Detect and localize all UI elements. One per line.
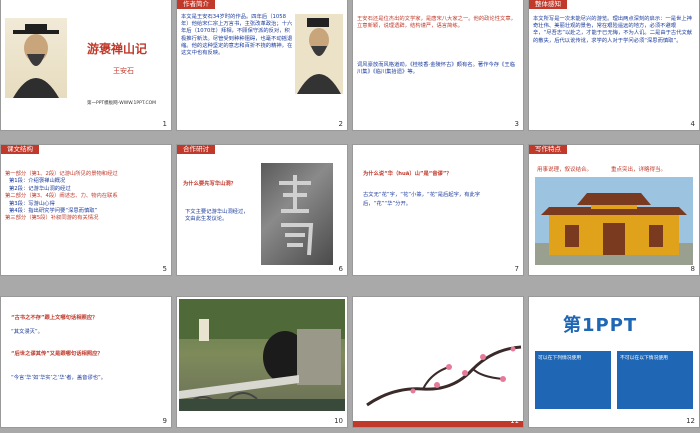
answer-text: “其文漫灭”。 — [11, 329, 43, 335]
stone-inscription-image — [261, 163, 333, 265]
question-text: 为什么要先写华山洞？ — [183, 181, 236, 187]
structure-item: 第三部分（第5段）补叙同游的有关情况 — [5, 215, 99, 222]
slide-header: 写作特点 — [529, 145, 567, 154]
slide-header: 课文结构 — [1, 145, 39, 154]
slide-number: 12 — [686, 417, 695, 425]
slide-number: 8 — [690, 265, 695, 273]
slide-number: 2 — [338, 120, 343, 128]
scholar-portrait-icon — [297, 18, 341, 94]
cave-photo — [179, 299, 345, 411]
slide-number: 3 — [514, 120, 519, 128]
ad-panel-title: 不可以在以下情况使用 — [620, 356, 668, 361]
feature-tag: 重点突出，详略得当。 — [611, 167, 667, 173]
slide-9-thumbnail[interactable]: “古书之不存”跟上文哪句话相照应？ “其文漫灭”。 “后世之谬其传”又是跟哪句话… — [1, 297, 171, 427]
slide-number: 11 — [510, 417, 519, 425]
question-text: 为什么说“华（huā）山”是“音谬”？ — [363, 171, 452, 177]
structure-list: 第一部分（第1、2段）记游山所见的景物和经过 第1段：介绍褒禅山概况 第2段：记… — [5, 171, 167, 223]
slide-bottom-bar — [353, 421, 523, 427]
slide-number: 4 — [690, 120, 695, 128]
slide-number: 10 — [334, 417, 343, 425]
temple-image — [535, 177, 693, 265]
slide-12-thumbnail[interactable]: 第1PPT 可以在下列情况使用 不可以在以下情况使用 12 — [529, 297, 699, 427]
slide-number: 7 — [514, 265, 519, 273]
author-bio-text: 本文是王安石34岁时的作品。四年后（1058年）他给宋仁宗上万言书，主张改革政治… — [181, 14, 293, 57]
slide-footer: 第一PPT模板网-WWW.1PPT.COM — [87, 101, 157, 106]
slide-2-thumbnail[interactable]: 作者简介 本文是王安石34岁时的作品。四年后（1058年）他给宋仁宗上万言书，主… — [177, 0, 347, 130]
plum-blossom-painting — [353, 297, 523, 415]
works-text: 词风豪放而风格遒劲，《桂枝香·金陵怀古》颇有名。著作今存《王临川集》《临川集拾遗… — [357, 62, 515, 76]
portrait-image — [295, 14, 343, 94]
ad-panel-left: 可以在下列情况使用 — [535, 351, 611, 409]
slide-header: 合作研讨 — [177, 145, 215, 154]
slide-title: 游褒禅山记 — [87, 42, 148, 56]
literary-intro-text: 王安石还是位杰出的文学家，是唐宋八大家之一。他的政论性文章，立意新颖，说理透辟，… — [357, 16, 516, 30]
ad-panel-title: 可以在下列情况使用 — [538, 356, 582, 361]
slide-5-thumbnail[interactable]: 课文结构 第一部分（第1、2段）记游山所见的景物和经过 第1段：介绍褒禅山概况 … — [1, 145, 171, 275]
slide-number: 5 — [162, 265, 167, 273]
slide-header: 作者简介 — [177, 0, 215, 9]
feature-tag: 用事说理，叙议结合。 — [537, 167, 593, 173]
slide-number: 6 — [338, 265, 343, 273]
temple-icon — [535, 193, 693, 265]
question-text: “后世之谬其传”又是跟哪句话相照应？ — [11, 351, 103, 357]
slide-1-thumbnail[interactable]: 游褒禅山记 王安石 第一PPT模板网-WWW.1PPT.COM 1 — [1, 0, 171, 130]
answer-text: “今言‘华’如‘华实’之‘华’者，盖音谬也”。 — [11, 375, 107, 381]
brand-logo: 第1PPT — [563, 315, 638, 336]
calligraphy-icon — [279, 175, 314, 256]
slide-header: 整体感知 — [529, 0, 567, 9]
structure-item: 第3段：写游山心得 — [9, 200, 55, 207]
scholar-portrait-icon — [13, 24, 59, 98]
overview-text: 本文所写是一次未能尽兴的游览。理出两点深刻的启示：一是世上神奇壮伟、美丽壮观的景… — [533, 16, 693, 44]
slide-6-thumbnail[interactable]: 合作研讨 为什么要先写华山洞？ 下文主要记游华山洞经过，文由此生发议论。 6 — [177, 145, 347, 275]
portrait-image — [5, 18, 67, 98]
cave-bridge-icon — [179, 299, 345, 411]
slide-4-thumbnail[interactable]: 整体感知 本文所写是一次未能尽兴的游览。理出两点深刻的启示：一是世上神奇壮伟、美… — [529, 0, 699, 130]
slide-11-thumbnail[interactable]: 11 — [353, 297, 523, 427]
answer-text: 下文主要记游华山洞经过，文由此生发议论。 — [185, 209, 249, 223]
structure-item: 第二部分（第3、4段）阐述志、力、物内在联系 — [5, 193, 118, 200]
slide-10-thumbnail[interactable]: 10 — [177, 297, 347, 427]
slide-number: 9 — [162, 417, 167, 425]
slide-author: 王安石 — [113, 67, 134, 75]
slide-7-thumbnail[interactable]: 为什么说“华（huā）山”是“音谬”？ 古文无“花”字，“花”小篆，“花”是后起… — [353, 145, 523, 275]
slide-number: 1 — [162, 120, 167, 128]
ad-panel-right: 不可以在以下情况使用 — [617, 351, 693, 409]
answer-text: 古文无“花”字，“花”小篆，“花”是后起字，有此字后，“花”“华”分开。 — [363, 192, 481, 207]
slide-8-thumbnail[interactable]: 写作特点 用事说理，叙议结合。 重点突出，详略得当。 8 — [529, 145, 699, 275]
plum-branch-icon — [366, 345, 522, 407]
structure-item: 第1段：介绍褒禅山概况 — [9, 178, 66, 185]
slide-3-thumbnail[interactable]: 王安石还是位杰出的文学家，是唐宋八大家之一。他的政论性文章，立意新颖，说理透辟，… — [353, 0, 523, 130]
question-text: “古书之不存”跟上文哪句话相照应？ — [11, 315, 98, 321]
